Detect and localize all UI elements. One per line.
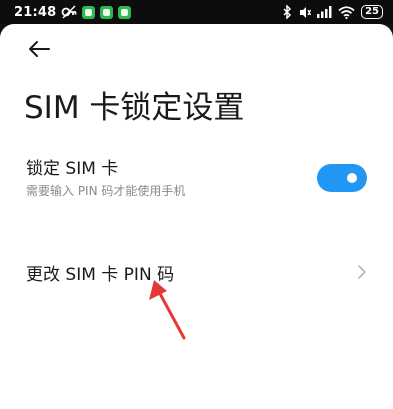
app-notification-icon <box>82 5 96 19</box>
lock-sim-toggle[interactable] <box>317 164 367 192</box>
app-notification-icon <box>100 5 114 19</box>
lock-sim-title: 锁定 SIM 卡 <box>26 159 119 179</box>
signal-icon <box>317 6 332 18</box>
vpn-key-icon <box>61 5 77 19</box>
page-title: SIM 卡锁定设置 <box>24 90 245 126</box>
red-arrow-annotation <box>149 280 186 340</box>
bluetooth-icon <box>283 5 292 19</box>
lock-sim-row[interactable]: 锁定 SIM 卡 需要输入 PIN 码才能使用手机 <box>0 152 393 206</box>
toggle-knob <box>347 173 357 183</box>
status-right: 25 <box>283 3 383 21</box>
battery-icon: 25 <box>361 5 383 19</box>
back-arrow-icon <box>29 41 50 57</box>
lock-sim-subtitle: 需要输入 PIN 码才能使用手机 <box>26 184 186 198</box>
status-bar: 21:48 25 <box>0 0 393 24</box>
mute-icon <box>300 6 312 18</box>
wifi-icon <box>338 5 355 19</box>
app-notification-icon <box>118 5 132 19</box>
status-time: 21:48 <box>14 4 57 20</box>
chevron-right-icon <box>358 265 366 279</box>
settings-screen: SIM 卡锁定设置 锁定 SIM 卡 需要输入 PIN 码才能使用手机 更改 S… <box>0 24 393 409</box>
back-button[interactable] <box>26 38 52 60</box>
status-left: 21:48 <box>14 3 132 21</box>
